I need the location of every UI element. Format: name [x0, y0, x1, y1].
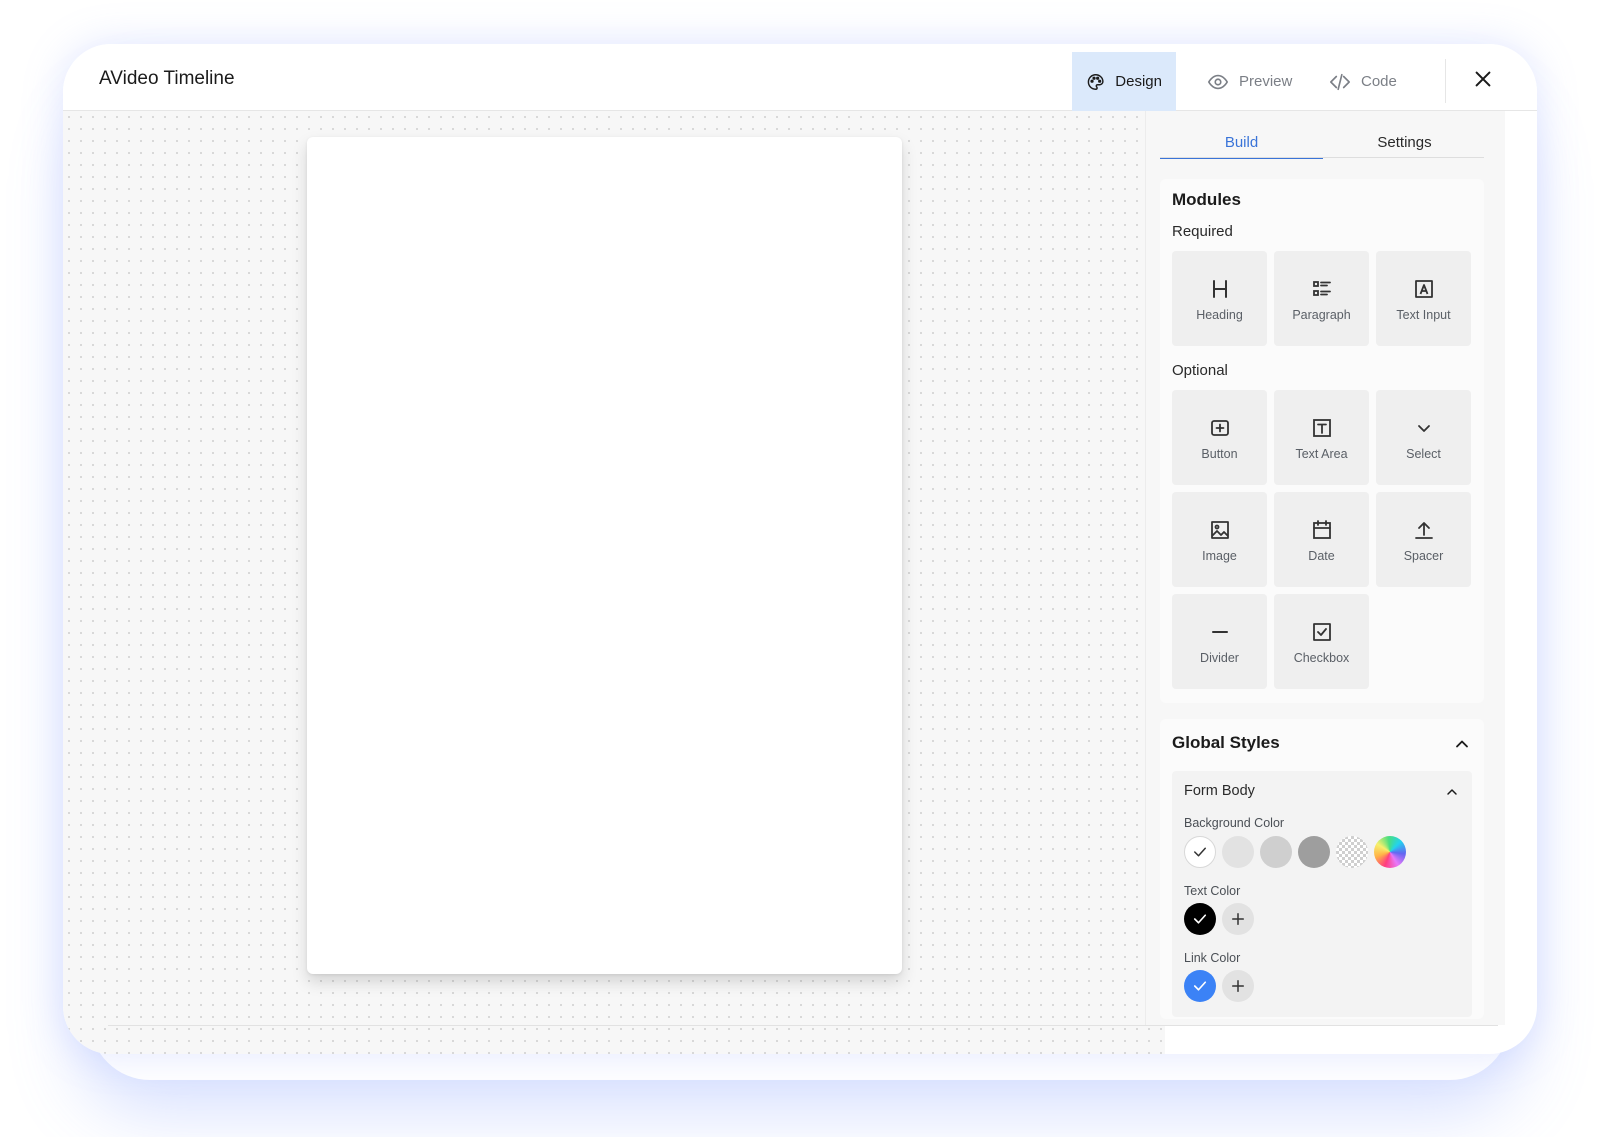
paragraph-icon — [1313, 281, 1331, 296]
header: AVideo Timeline Design Preview Code — [63, 44, 1537, 111]
header-divider — [1445, 59, 1446, 103]
form-body-title: Form Body — [1184, 783, 1255, 799]
global-styles-card: Global Styles Form Body Background Color — [1160, 719, 1484, 1019]
module-spacer[interactable]: Spacer — [1376, 492, 1471, 587]
optional-label: Optional — [1172, 362, 1228, 379]
tab-preview-label: Preview — [1239, 73, 1293, 90]
modules-card: Modules Required Heading Paragraph Text … — [1160, 179, 1484, 703]
swatch-text-black[interactable] — [1184, 903, 1216, 935]
heading-icon — [1213, 280, 1227, 298]
module-label: Image — [1202, 549, 1237, 563]
form-body-section: Form Body Background Color Text Color Li… — [1172, 771, 1472, 1017]
eye-icon — [1207, 74, 1229, 89]
upload-arrow-icon — [1415, 522, 1433, 539]
module-label: Paragraph — [1292, 308, 1351, 322]
module-checkbox[interactable]: Checkbox — [1274, 594, 1369, 689]
add-link-color-button[interactable] — [1222, 970, 1254, 1002]
checkbox-icon — [1313, 623, 1331, 641]
plus-icon — [1232, 913, 1244, 925]
module-label: Divider — [1200, 651, 1239, 665]
tab-build[interactable]: Build — [1160, 129, 1323, 159]
link-color-label: Link Color — [1184, 951, 1241, 965]
check-icon — [1193, 981, 1207, 991]
module-paragraph[interactable]: Paragraph — [1274, 251, 1369, 346]
module-label: Text Input — [1396, 308, 1451, 322]
swatch-dark-gray[interactable] — [1298, 836, 1330, 868]
add-text-color-button[interactable] — [1222, 903, 1254, 935]
check-icon — [1194, 847, 1206, 857]
plus-icon — [1232, 980, 1244, 992]
text-color-label: Text Color — [1184, 884, 1241, 898]
code-icon — [1330, 73, 1350, 90]
module-label: Button — [1201, 447, 1238, 461]
module-text-area[interactable]: Text Area — [1274, 390, 1369, 485]
module-label: Heading — [1196, 308, 1243, 322]
module-label: Date — [1308, 549, 1335, 563]
bottom-divider — [108, 1025, 1498, 1026]
close-icon[interactable] — [1472, 68, 1494, 90]
form-page[interactable] — [307, 137, 902, 974]
module-label: Spacer — [1403, 549, 1444, 563]
module-image[interactable]: Image — [1172, 492, 1267, 587]
module-date[interactable]: Date — [1274, 492, 1369, 587]
background-color-label: Background Color — [1184, 816, 1285, 830]
tab-code[interactable]: Code — [1315, 52, 1411, 111]
global-styles-title: Global Styles — [1172, 733, 1280, 752]
module-label: Text Area — [1295, 447, 1348, 461]
module-divider[interactable]: Divider — [1172, 594, 1267, 689]
text-area-icon — [1313, 419, 1331, 437]
design-canvas[interactable] — [63, 111, 1165, 1054]
module-heading[interactable]: Heading — [1172, 251, 1267, 346]
tab-design[interactable]: Design — [1072, 52, 1176, 111]
swatch-transparent[interactable] — [1336, 836, 1368, 868]
tab-settings[interactable]: Settings — [1323, 129, 1486, 159]
tab-code-label: Code — [1361, 73, 1397, 90]
swatch-light-gray[interactable] — [1222, 836, 1254, 868]
builder-panel: Build Settings Modules Required Heading … — [1145, 111, 1505, 1025]
swatch-gray[interactable] — [1260, 836, 1292, 868]
swatch-custom-gradient[interactable] — [1374, 836, 1406, 868]
palette-icon — [1087, 73, 1104, 90]
swatch-white[interactable] — [1184, 836, 1216, 868]
module-label: Select — [1406, 447, 1441, 461]
modules-title: Modules — [1172, 190, 1241, 209]
chevron-down-icon — [1418, 425, 1430, 432]
module-select[interactable]: Select — [1376, 390, 1471, 485]
chevron-up-icon[interactable] — [1452, 734, 1472, 754]
required-label: Required — [1172, 223, 1233, 240]
button-icon — [1211, 420, 1229, 436]
minus-icon — [1212, 631, 1228, 633]
app-window: AVideo Timeline Design Preview Code Buil… — [63, 44, 1537, 1054]
tab-underline — [1160, 157, 1484, 158]
image-icon — [1211, 521, 1229, 539]
calendar-icon — [1313, 520, 1331, 539]
module-label: Checkbox — [1293, 651, 1350, 665]
app-title: AVideo Timeline — [99, 68, 235, 89]
check-icon — [1193, 914, 1207, 924]
module-text-input[interactable]: Text Input — [1376, 251, 1471, 346]
swatch-link-blue[interactable] — [1184, 970, 1216, 1002]
module-button[interactable]: Button — [1172, 390, 1267, 485]
tab-design-label: Design — [1115, 73, 1162, 90]
text-input-icon — [1415, 280, 1433, 298]
chevron-up-icon[interactable] — [1444, 784, 1460, 800]
tab-preview[interactable]: Preview — [1193, 52, 1306, 111]
